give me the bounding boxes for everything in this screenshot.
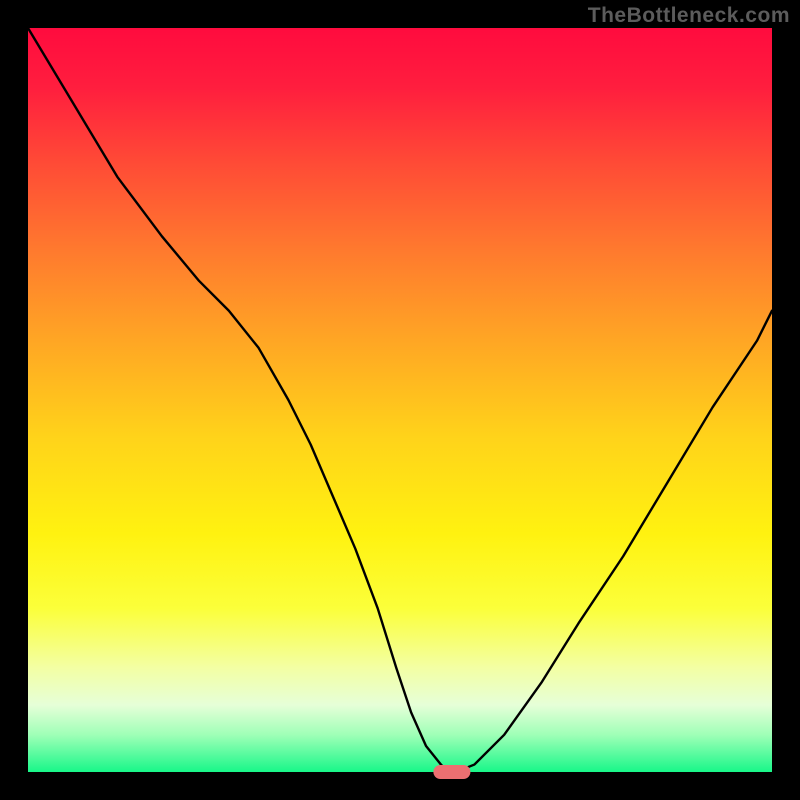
plot-area xyxy=(28,28,772,772)
bottleneck-curve xyxy=(28,28,772,772)
watermark-text: TheBottleneck.com xyxy=(588,4,790,28)
chart-frame: TheBottleneck.com xyxy=(0,0,800,800)
curve-svg xyxy=(28,28,772,772)
optimum-marker xyxy=(433,765,470,779)
